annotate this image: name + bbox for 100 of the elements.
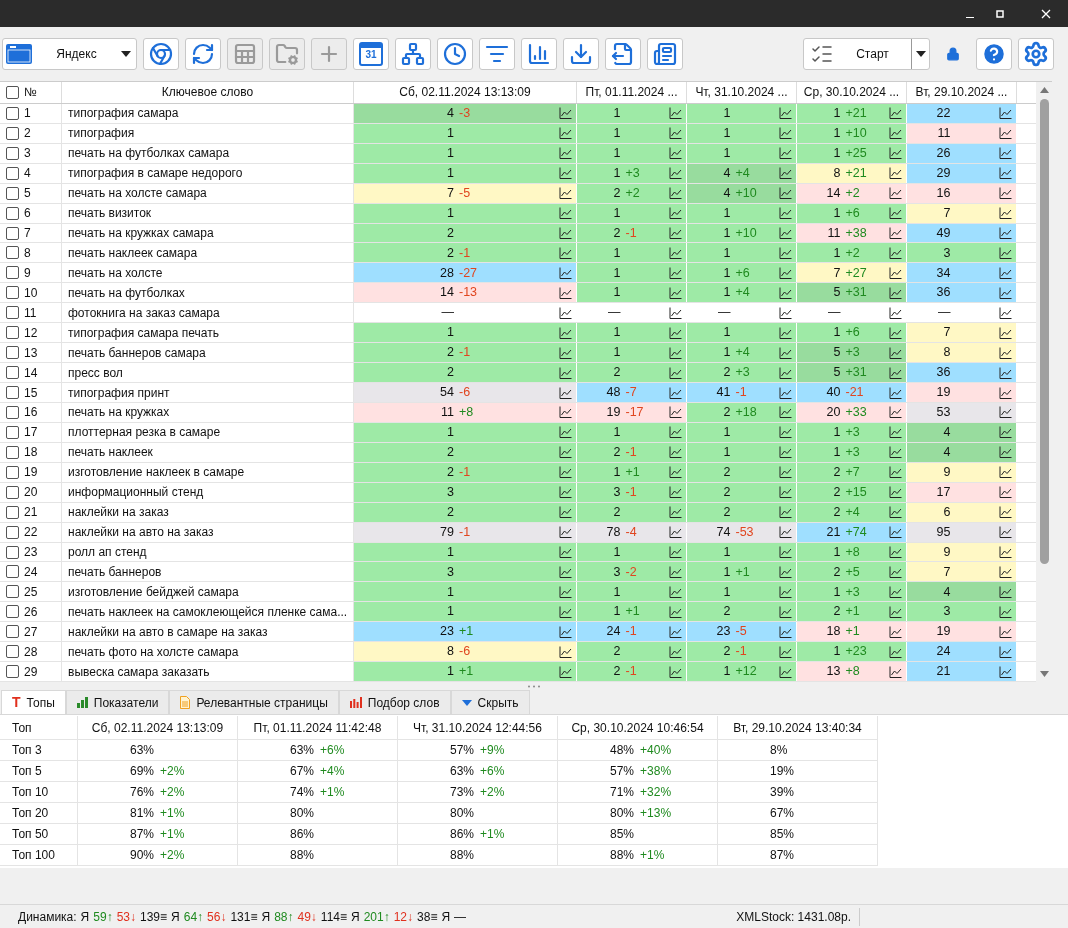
scroll-up-icon[interactable] (1039, 87, 1049, 93)
line-chart-icon[interactable] (999, 227, 1012, 239)
line-chart-icon[interactable] (889, 466, 902, 479)
line-chart-icon[interactable] (999, 207, 1012, 220)
line-chart-icon[interactable] (559, 147, 572, 160)
checkbox[interactable] (6, 665, 19, 679)
line-chart-icon[interactable] (779, 625, 792, 638)
line-chart-icon[interactable] (669, 266, 682, 279)
checkbox[interactable] (6, 146, 19, 160)
scrollbar[interactable] (1036, 82, 1052, 682)
line-chart-icon[interactable] (779, 207, 792, 220)
line-chart-icon[interactable] (889, 147, 902, 160)
line-chart-icon[interactable] (779, 605, 792, 618)
line-chart-icon[interactable] (889, 506, 902, 519)
splitter-grip-icon[interactable] (527, 684, 541, 688)
line-chart-icon[interactable] (999, 187, 1012, 200)
toolbar-button[interactable] (521, 38, 557, 70)
line-chart-icon[interactable] (999, 127, 1012, 140)
line-chart-icon[interactable] (779, 266, 792, 279)
toolbar-button[interactable] (647, 38, 683, 70)
column-header[interactable]: Пт, 01.11.2024 ... (577, 82, 687, 103)
line-chart-icon[interactable] (559, 366, 572, 379)
line-chart-icon[interactable] (559, 506, 572, 519)
line-chart-icon[interactable] (999, 466, 1012, 479)
line-chart-icon[interactable] (559, 187, 572, 200)
scroll-down-icon[interactable] (1039, 671, 1049, 677)
line-chart-icon[interactable] (779, 107, 792, 120)
line-chart-icon[interactable] (999, 406, 1012, 419)
toolbar-button[interactable] (563, 38, 599, 70)
line-chart-icon[interactable] (669, 466, 682, 479)
line-chart-icon[interactable] (779, 665, 792, 678)
line-chart-icon[interactable] (669, 167, 682, 180)
checkbox[interactable] (6, 465, 19, 479)
line-chart-icon[interactable] (779, 585, 792, 598)
line-chart-icon[interactable] (669, 585, 682, 598)
line-chart-icon[interactable] (559, 645, 572, 658)
line-chart-icon[interactable] (889, 546, 902, 558)
line-chart-icon[interactable] (999, 486, 1012, 499)
line-chart-icon[interactable] (559, 625, 572, 638)
line-chart-icon[interactable] (889, 426, 902, 439)
line-chart-icon[interactable] (999, 147, 1012, 160)
line-chart-icon[interactable] (669, 306, 682, 319)
line-chart-icon[interactable] (779, 167, 792, 180)
line-chart-icon[interactable] (999, 426, 1012, 439)
checkbox[interactable] (6, 485, 19, 499)
column-header[interactable]: Чт, 31.10.2024 ... (687, 82, 797, 103)
checkbox[interactable] (6, 405, 19, 419)
line-chart-icon[interactable] (889, 585, 902, 598)
line-chart-icon[interactable] (669, 546, 682, 558)
bottom-tab[interactable]: Скрыть (450, 690, 530, 714)
line-chart-icon[interactable] (999, 306, 1012, 319)
line-chart-icon[interactable] (779, 565, 792, 578)
checkbox[interactable] (6, 605, 19, 619)
checkbox[interactable] (6, 326, 19, 340)
line-chart-icon[interactable] (889, 207, 902, 220)
line-chart-icon[interactable] (559, 207, 572, 220)
checkbox[interactable] (6, 186, 19, 200)
toolbar-button[interactable] (185, 38, 221, 70)
checkbox[interactable] (6, 386, 19, 399)
line-chart-icon[interactable] (669, 107, 682, 120)
line-chart-icon[interactable] (779, 286, 792, 299)
line-chart-icon[interactable] (559, 665, 572, 678)
line-chart-icon[interactable] (889, 306, 902, 319)
close-icon[interactable] (1041, 8, 1051, 19)
checkbox[interactable] (6, 445, 19, 459)
line-chart-icon[interactable] (889, 526, 902, 539)
line-chart-icon[interactable] (889, 366, 902, 379)
line-chart-icon[interactable] (999, 605, 1012, 618)
line-chart-icon[interactable] (779, 326, 792, 339)
line-chart-icon[interactable] (669, 147, 682, 160)
line-chart-icon[interactable] (559, 446, 572, 459)
line-chart-icon[interactable] (779, 147, 792, 160)
line-chart-icon[interactable] (889, 406, 902, 419)
checkbox[interactable] (6, 346, 19, 360)
line-chart-icon[interactable] (559, 426, 572, 439)
line-chart-icon[interactable] (889, 625, 902, 638)
line-chart-icon[interactable] (779, 187, 792, 200)
line-chart-icon[interactable] (669, 386, 682, 399)
line-chart-icon[interactable] (779, 127, 792, 140)
column-header[interactable]: Сб, 02.11.2024 13:13:09 (354, 82, 577, 103)
line-chart-icon[interactable] (669, 506, 682, 519)
line-chart-icon[interactable] (559, 127, 572, 140)
checkbox[interactable] (6, 226, 19, 240)
column-header[interactable]: Топ (0, 716, 78, 739)
checkbox[interactable] (6, 645, 19, 659)
checkbox[interactable] (6, 206, 19, 220)
line-chart-icon[interactable] (999, 585, 1012, 598)
line-chart-icon[interactable] (669, 665, 682, 678)
line-chart-icon[interactable] (669, 446, 682, 459)
line-chart-icon[interactable] (779, 366, 792, 379)
column-header[interactable]: Вт, 29.10.2024 ... (907, 82, 1017, 103)
line-chart-icon[interactable] (559, 486, 572, 499)
column-header[interactable]: Вт, 29.10.2024 13:40:34 (718, 716, 878, 739)
checkbox[interactable] (6, 505, 19, 519)
line-chart-icon[interactable] (779, 526, 792, 539)
line-chart-icon[interactable] (779, 346, 792, 359)
line-chart-icon[interactable] (779, 246, 792, 259)
line-chart-icon[interactable] (889, 286, 902, 299)
toolbar-button[interactable] (143, 38, 179, 70)
line-chart-icon[interactable] (559, 546, 572, 558)
